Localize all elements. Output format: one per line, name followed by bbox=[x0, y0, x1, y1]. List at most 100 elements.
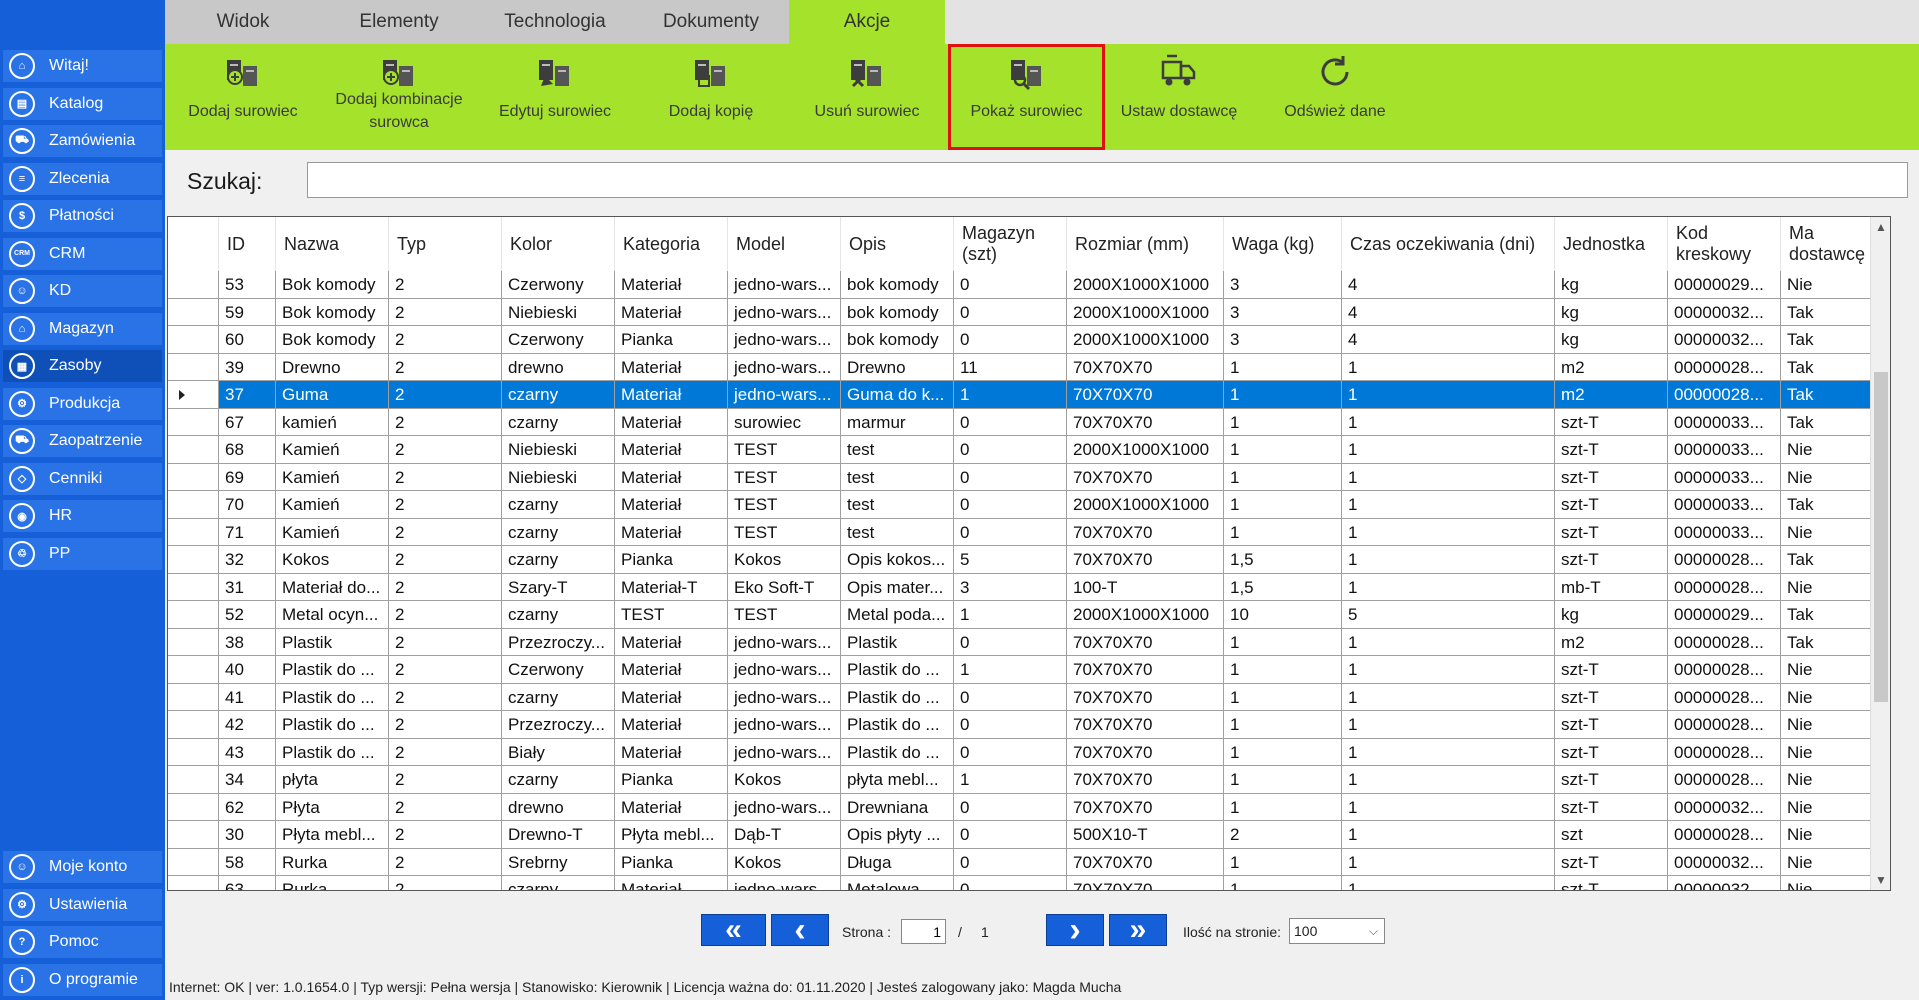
cell-id[interactable]: 32 bbox=[219, 546, 276, 574]
cell-magazyn-szt[interactable]: 1 bbox=[954, 601, 1067, 629]
cell-kolor[interactable]: czarny bbox=[502, 546, 615, 574]
cell-nazwa[interactable]: Kamień bbox=[276, 518, 389, 546]
cell-kod-kreskowy[interactable]: 00000028... bbox=[1668, 683, 1781, 711]
row-header[interactable] bbox=[168, 848, 219, 876]
table-row[interactable]: 52 Metal ocyn... 2 czarny TEST TEST Metal poda… bbox=[168, 601, 1890, 629]
cell-id[interactable]: 69 bbox=[219, 463, 276, 491]
cell-jednostka[interactable]: szt-T bbox=[1555, 491, 1668, 519]
cell-typ[interactable]: 2 bbox=[389, 573, 502, 601]
table-row[interactable]: 31 Materiał do... 2 Szary-T Materiał-T Eko So… bbox=[168, 573, 1890, 601]
cell-opis[interactable]: Plastik do ... bbox=[841, 711, 954, 739]
cell-nazwa[interactable]: Plastik do ... bbox=[276, 683, 389, 711]
table-row[interactable]: 58 Rurka 2 Srebrny Pianka Kokos Długa 0 70X70X70… bbox=[168, 848, 1890, 876]
odswiez-dane-button[interactable]: Odśwież dane bbox=[1257, 44, 1413, 150]
cell-kategoria[interactable]: Materiał bbox=[615, 683, 728, 711]
cell-model[interactable]: jedno-wars... bbox=[728, 683, 841, 711]
cell-typ[interactable]: 2 bbox=[389, 271, 502, 299]
cell-typ[interactable]: 2 bbox=[389, 408, 502, 436]
cell-rozmiar-mm[interactable]: 70X70X70 bbox=[1067, 463, 1224, 491]
sidebar-item-zaopatrzenie[interactable]: ⛟ Zaopatrzenie bbox=[3, 425, 162, 457]
cell-kategoria[interactable]: Płyta mebl... bbox=[615, 821, 728, 849]
tab-akcje[interactable]: Akcje bbox=[789, 0, 945, 44]
column-header-kod-kreskowy[interactable]: Kod kreskowy bbox=[1668, 217, 1781, 271]
cell-kategoria[interactable]: Pianka bbox=[615, 546, 728, 574]
page-number-input[interactable] bbox=[901, 919, 946, 944]
table-row[interactable]: 62 Płyta 2 drewno Materiał jedno-wars... Drewn… bbox=[168, 793, 1890, 821]
cell-rozmiar-mm[interactable]: 2000X1000X1000 bbox=[1067, 326, 1224, 354]
cell-rozmiar-mm[interactable]: 70X70X70 bbox=[1067, 738, 1224, 766]
cell-czas-oczekiwania-dni[interactable]: 1 bbox=[1342, 683, 1555, 711]
cell-kolor[interactable]: czarny bbox=[502, 876, 615, 890]
cell-kod-kreskowy[interactable]: 00000032... bbox=[1668, 876, 1781, 890]
cell-kategoria[interactable]: Materiał bbox=[615, 793, 728, 821]
column-header-model[interactable]: Model bbox=[728, 217, 841, 271]
cell-rozmiar-mm[interactable]: 70X70X70 bbox=[1067, 628, 1224, 656]
table-row[interactable]: 32 Kokos 2 czarny Pianka Kokos Opis kokos... 5 7… bbox=[168, 546, 1890, 574]
sidebar-item-kd[interactable]: ☺ KD bbox=[3, 275, 162, 307]
cell-typ[interactable]: 2 bbox=[389, 656, 502, 684]
cell-typ[interactable]: 2 bbox=[389, 821, 502, 849]
cell-model[interactable]: TEST bbox=[728, 491, 841, 519]
cell-kolor[interactable]: czarny bbox=[502, 491, 615, 519]
table-row[interactable]: 43 Plastik do ... 2 Biały Materiał jedno-wars… bbox=[168, 738, 1890, 766]
cell-nazwa[interactable]: Bok komody bbox=[276, 298, 389, 326]
cell-jednostka[interactable]: szt-T bbox=[1555, 546, 1668, 574]
scroll-up-icon[interactable]: ▲ bbox=[1875, 221, 1887, 233]
cell-rozmiar-mm[interactable]: 70X70X70 bbox=[1067, 683, 1224, 711]
cell-magazyn-szt[interactable]: 11 bbox=[954, 353, 1067, 381]
cell-magazyn-szt[interactable]: 0 bbox=[954, 436, 1067, 464]
sidebar-item-magazyn[interactable]: ⌂ Magazyn bbox=[3, 312, 162, 345]
cell-typ[interactable]: 2 bbox=[389, 381, 502, 409]
cell-czas-oczekiwania-dni[interactable]: 1 bbox=[1342, 738, 1555, 766]
row-header[interactable] bbox=[168, 573, 219, 601]
cell-nazwa[interactable]: Plastik do ... bbox=[276, 738, 389, 766]
tab-technologia[interactable]: Technologia bbox=[477, 0, 633, 44]
cell-magazyn-szt[interactable]: 0 bbox=[954, 683, 1067, 711]
cell-rozmiar-mm[interactable]: 500X10-T bbox=[1067, 821, 1224, 849]
cell-waga-kg[interactable]: 1 bbox=[1224, 793, 1342, 821]
edytuj-surowiec-button[interactable]: Edytuj surowiec bbox=[477, 44, 633, 150]
cell-id[interactable]: 39 bbox=[219, 353, 276, 381]
cell-waga-kg[interactable]: 2 bbox=[1224, 821, 1342, 849]
sidebar-item-zasoby[interactable]: ▦ Zasoby bbox=[3, 350, 162, 382]
cell-nazwa[interactable]: płyta bbox=[276, 766, 389, 794]
cell-kategoria[interactable]: Materiał bbox=[615, 628, 728, 656]
cell-rozmiar-mm[interactable]: 2000X1000X1000 bbox=[1067, 271, 1224, 299]
cell-waga-kg[interactable]: 3 bbox=[1224, 298, 1342, 326]
cell-waga-kg[interactable]: 1 bbox=[1224, 491, 1342, 519]
cell-waga-kg[interactable]: 3 bbox=[1224, 271, 1342, 299]
cell-kategoria[interactable]: Materiał bbox=[615, 711, 728, 739]
cell-kolor[interactable]: Przezroczy... bbox=[502, 711, 615, 739]
cell-czas-oczekiwania-dni[interactable]: 1 bbox=[1342, 491, 1555, 519]
column-header-kolor[interactable]: Kolor bbox=[502, 217, 615, 271]
row-header[interactable] bbox=[168, 491, 219, 519]
cell-nazwa[interactable]: Metal ocyn... bbox=[276, 601, 389, 629]
cell-magazyn-szt[interactable]: 0 bbox=[954, 271, 1067, 299]
table-row[interactable]: 70 Kamień 2 czarny Materiał TEST test 0 2000X100… bbox=[168, 491, 1890, 519]
cell-kolor[interactable]: Czerwony bbox=[502, 326, 615, 354]
cell-nazwa[interactable]: Plastik do ... bbox=[276, 656, 389, 684]
row-header[interactable] bbox=[168, 876, 219, 890]
cell-opis[interactable]: test bbox=[841, 491, 954, 519]
cell-magazyn-szt[interactable]: 0 bbox=[954, 793, 1067, 821]
cell-jednostka[interactable]: m2 bbox=[1555, 353, 1668, 381]
cell-kolor[interactable]: Srebrny bbox=[502, 848, 615, 876]
cell-kolor[interactable]: Niebieski bbox=[502, 298, 615, 326]
pokaz-surowiec-button[interactable]: Pokaż surowiec bbox=[948, 44, 1105, 150]
vertical-scrollbar[interactable]: ▲ ▼ bbox=[1870, 217, 1890, 890]
cell-typ[interactable]: 2 bbox=[389, 518, 502, 546]
row-header[interactable] bbox=[168, 628, 219, 656]
cell-typ[interactable]: 2 bbox=[389, 326, 502, 354]
cell-rozmiar-mm[interactable]: 70X70X70 bbox=[1067, 793, 1224, 821]
cell-jednostka[interactable]: kg bbox=[1555, 271, 1668, 299]
sidebar-item-zlecenia[interactable]: ≡ Zlecenia bbox=[3, 162, 162, 195]
cell-model[interactable]: Eko Soft-T bbox=[728, 573, 841, 601]
table-row[interactable]: 37 Guma 2 czarny Materiał jedno-wars... Guma d… bbox=[168, 381, 1890, 409]
cell-opis[interactable]: Guma do k... bbox=[841, 381, 954, 409]
cell-waga-kg[interactable]: 1,5 bbox=[1224, 573, 1342, 601]
row-header[interactable] bbox=[168, 326, 219, 354]
row-header[interactable] bbox=[168, 518, 219, 546]
cell-opis[interactable]: Plastik bbox=[841, 628, 954, 656]
cell-model[interactable]: Kokos bbox=[728, 848, 841, 876]
cell-id[interactable]: 71 bbox=[219, 518, 276, 546]
